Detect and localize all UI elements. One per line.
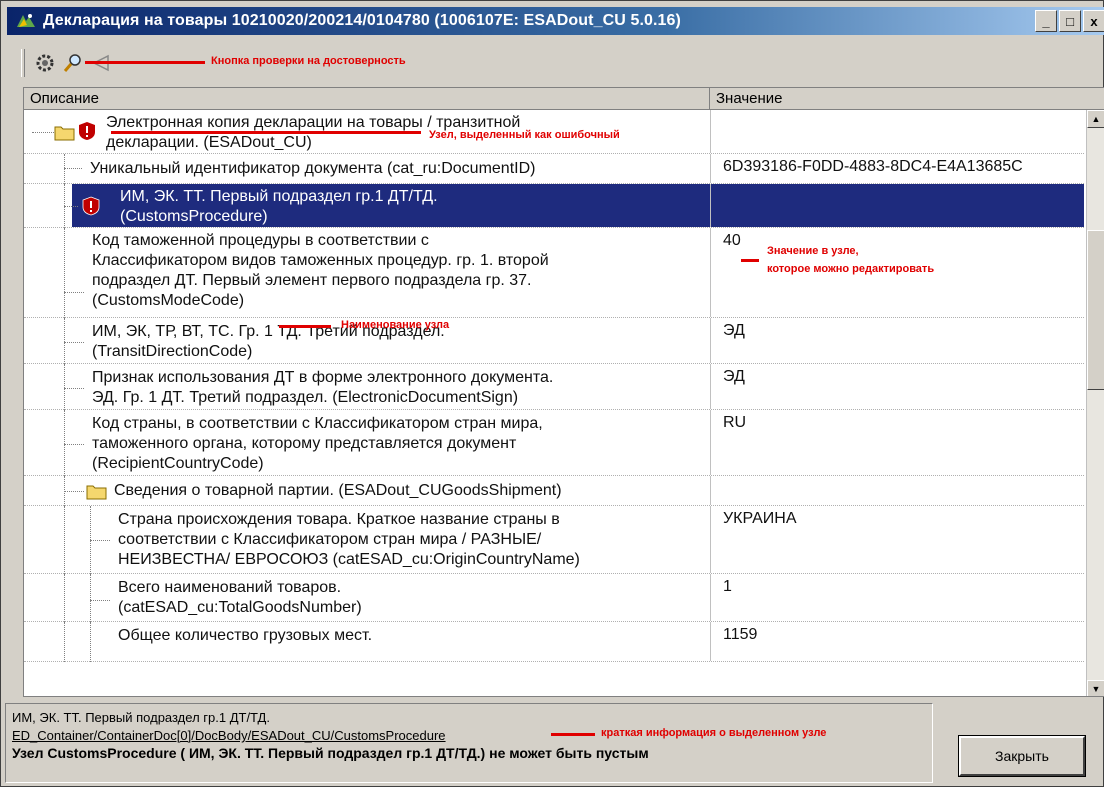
error-icon xyxy=(79,122,95,140)
vertical-scrollbar[interactable]: ▲ ▼ xyxy=(1086,110,1104,696)
row-description-line: Уникальный идентификатор документа (cat_… xyxy=(90,160,536,177)
row-description-line: Страна происхождения товара. Краткое наз… xyxy=(118,511,560,528)
row-description-line: (TransitDirectionCode) xyxy=(92,343,253,360)
row-description-line: (RecipientCountryCode) xyxy=(92,455,264,472)
annotation-arrow xyxy=(741,259,759,262)
magnifier-icon xyxy=(63,54,81,72)
grid-rows: Электронная копия декларации на товары /… xyxy=(24,110,1084,696)
annotation-arrow xyxy=(85,61,205,64)
row-value[interactable]: RU xyxy=(710,410,1084,475)
table-row[interactable]: ИМ, ЭК, ТР, ВТ, ТС. Гр. 1 ТД. Третий под… xyxy=(24,318,1084,364)
grid-header: Описание Значение xyxy=(24,88,1104,110)
row-value[interactable] xyxy=(710,476,1084,505)
row-description-line: Общее количество грузовых мест. xyxy=(118,627,373,644)
table-row[interactable]: Страна происхождения товара. Краткое наз… xyxy=(24,506,1084,574)
table-row[interactable]: Уникальный идентификатор документа (cat_… xyxy=(24,154,1084,184)
column-header-value[interactable]: Значение xyxy=(710,88,1104,110)
row-description-line: ЭД. Гр. 1 ДТ. Третий подраздел. (Electro… xyxy=(92,389,519,406)
annotation-arrow xyxy=(279,325,331,328)
scroll-down-button[interactable]: ▼ xyxy=(1087,680,1104,696)
table-row[interactable]: Код страны, в соответствии с Классификат… xyxy=(24,410,1084,476)
row-value[interactable]: ЭД xyxy=(710,364,1084,409)
validate-annotation: Кнопка проверки на достоверность xyxy=(211,55,406,67)
folder-icon xyxy=(54,126,75,141)
row-value[interactable] xyxy=(710,184,1084,227)
validate-button[interactable] xyxy=(31,49,59,77)
window-title: Декларация на товары 10210020/200214/010… xyxy=(43,12,681,29)
column-header-description[interactable]: Описание xyxy=(24,88,710,110)
row-description-line: Код страны, в соответствии с Классификат… xyxy=(92,415,543,432)
annotation-arrow xyxy=(111,131,421,134)
title-bar[interactable]: Декларация на товары 10210020/200214/010… xyxy=(7,7,1104,35)
gear-icon xyxy=(36,54,54,72)
editable-value-annotation-1: Значение в узле, xyxy=(767,245,859,257)
row-description-line: Код таможенной процедуры в соответствии … xyxy=(92,232,429,249)
row-description-line: соответствии с Классификатором стран мир… xyxy=(118,531,542,548)
row-description-line: (CustomsProcedure) xyxy=(120,208,268,225)
table-row-selected[interactable]: ИМ, ЭК. ТТ. Первый подраздел гр.1 ДТ/ТД.… xyxy=(24,184,1084,228)
node-name-annotation: Наименование узла xyxy=(341,319,450,331)
close-window-button[interactable]: x xyxy=(1083,10,1104,32)
folder-icon xyxy=(86,485,107,500)
row-value[interactable] xyxy=(710,110,1084,153)
status-error-message: Узел CustomsProcedure ( ИМ, ЭК. ТТ. Перв… xyxy=(12,745,649,761)
annotation-arrow xyxy=(551,733,595,736)
error-icon xyxy=(82,196,100,216)
close-button[interactable]: Закрыть xyxy=(958,735,1086,777)
row-description-line: ИМ, ЭК. ТТ. Первый подраздел гр.1 ДТ/ТД. xyxy=(120,188,438,205)
row-description-line: НЕИЗВЕСТНА/ ЕВРОСОЮЗ (catESAD_cu:OriginC… xyxy=(118,551,580,568)
row-value[interactable]: 1 xyxy=(710,574,1084,621)
row-value[interactable]: 1159 xyxy=(710,622,1084,661)
row-description-line: Признак использования ДТ в форме электро… xyxy=(92,369,554,386)
row-description-line: подраздел ДТ. Первый элемент первого под… xyxy=(92,272,532,289)
tree-grid[interactable]: Описание Значение Электронная копия декл… xyxy=(23,87,1104,697)
status-node-title: ИМ, ЭК. ТТ. Первый подраздел гр.1 ДТ/ТД. xyxy=(12,710,270,725)
table-row[interactable]: Общее количество грузовых мест. 1159 xyxy=(24,622,1084,662)
status-node-path: ED_Container/ContainerDoc[0]/DocBody/ESA… xyxy=(12,728,446,743)
row-description-line: (CustomsModeCode) xyxy=(92,292,245,309)
declaration-window: Декларация на товары 10210020/200214/010… xyxy=(0,0,1104,787)
search-button[interactable] xyxy=(59,49,87,77)
row-description-line: таможенного органа, которому представляе… xyxy=(92,435,517,452)
scroll-up-button[interactable]: ▲ xyxy=(1087,110,1104,128)
app-icon xyxy=(17,14,35,27)
table-row[interactable]: Сведения о товарной партии. (ESADout_CUG… xyxy=(24,476,1084,506)
editable-value-annotation-2: которое можно редактировать xyxy=(767,263,935,275)
scroll-thumb[interactable] xyxy=(1087,230,1104,390)
window-controls: _ □ x xyxy=(1035,10,1104,32)
row-value[interactable]: 6D393186-F0DD-4883-8DC4-E4A13685C xyxy=(710,154,1084,183)
row-description-line: Сведения о товарной партии. (ESADout_CUG… xyxy=(114,482,562,499)
row-value[interactable]: ЭД xyxy=(710,318,1084,363)
row-description-line: (catESAD_cu:TotalGoodsNumber) xyxy=(118,599,362,616)
minimize-button[interactable]: _ xyxy=(1035,10,1057,32)
maximize-button[interactable]: □ xyxy=(1059,10,1081,32)
status-panel: ИМ, ЭК. ТТ. Первый подраздел гр.1 ДТ/ТД.… xyxy=(5,703,933,783)
toolbar-grip[interactable] xyxy=(21,49,25,77)
table-row[interactable]: Всего наименований товаров. (catESAD_cu:… xyxy=(24,574,1084,622)
table-row[interactable]: Признак использования ДТ в форме электро… xyxy=(24,364,1084,410)
error-node-annotation: Узел, выделенный как ошибочный xyxy=(429,129,620,141)
row-description-line: Всего наименований товаров. xyxy=(118,579,342,596)
row-description-line: Классификатором видов таможенных процеду… xyxy=(92,252,549,269)
row-value[interactable]: УКРАИНА xyxy=(710,506,1084,573)
short-info-annotation: краткая информация о выделенном узле xyxy=(601,727,827,739)
